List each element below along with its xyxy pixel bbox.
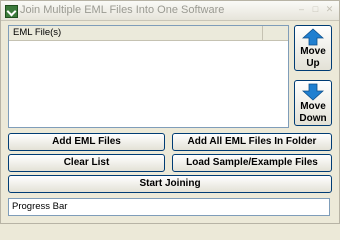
move-down-button[interactable]: Move Down xyxy=(294,80,332,126)
clear-list-button[interactable]: Clear List xyxy=(8,154,165,172)
close-button[interactable]: ✕ xyxy=(324,4,335,15)
move-up-button[interactable]: Move Up xyxy=(294,25,332,71)
minimize-button[interactable]: – xyxy=(296,4,307,15)
eml-file-list[interactable]: EML File(s) xyxy=(8,25,289,128)
maximize-button[interactable]: □ xyxy=(310,4,321,15)
arrow-up-icon xyxy=(302,28,324,46)
column-header-eml-files[interactable]: EML File(s) xyxy=(9,26,263,40)
add-eml-files-button[interactable]: Add EML Files xyxy=(8,133,165,151)
app-window: Join Multiple EML Files Into One Softwar… xyxy=(0,0,340,224)
list-header: EML File(s) xyxy=(9,26,288,41)
progress-label: Progress Bar xyxy=(12,201,68,212)
move-down-label-2: Down xyxy=(299,113,327,124)
progress-bar: Progress Bar xyxy=(8,198,330,216)
move-up-label-2: Up xyxy=(306,58,320,69)
app-icon xyxy=(5,5,18,18)
title-bar: Join Multiple EML Files Into One Softwar… xyxy=(1,1,339,21)
load-sample-button[interactable]: Load Sample/Example Files xyxy=(172,154,332,172)
add-folder-button[interactable]: Add All EML Files In Folder xyxy=(172,133,332,151)
move-up-label-1: Move xyxy=(300,46,326,57)
move-down-label-1: Move xyxy=(300,101,326,112)
window-title: Join Multiple EML Files Into One Softwar… xyxy=(20,4,225,16)
arrow-down-icon xyxy=(302,83,324,101)
start-joining-button[interactable]: Start Joining xyxy=(8,175,332,193)
